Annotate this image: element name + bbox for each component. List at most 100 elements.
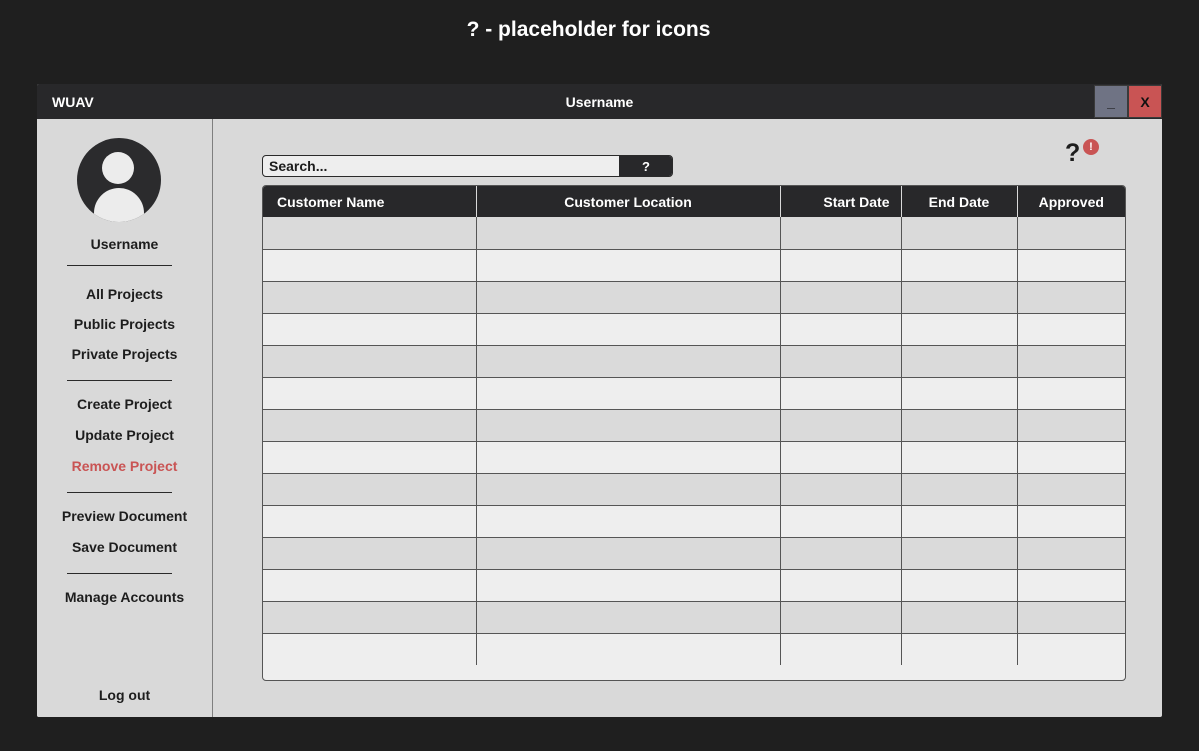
- table-cell[interactable]: [780, 217, 902, 250]
- table-cell[interactable]: [780, 249, 902, 282]
- search-input[interactable]: [263, 156, 619, 176]
- table-cell[interactable]: [263, 313, 477, 346]
- column-header-end-date[interactable]: End Date: [901, 186, 1018, 217]
- table-cell[interactable]: [476, 441, 781, 474]
- table-cell[interactable]: [476, 505, 781, 538]
- table-cell[interactable]: [780, 441, 902, 474]
- table-cell[interactable]: [780, 601, 902, 634]
- table-row[interactable]: [263, 377, 1125, 410]
- table-row[interactable]: [263, 569, 1125, 602]
- nav-save-document[interactable]: Save Document: [37, 539, 212, 555]
- table-cell[interactable]: [780, 505, 902, 538]
- table-row[interactable]: [263, 217, 1125, 250]
- table-cell[interactable]: [263, 249, 477, 282]
- table-cell[interactable]: [901, 345, 1018, 378]
- table-cell[interactable]: [1017, 633, 1125, 665]
- table-cell[interactable]: [1017, 217, 1125, 250]
- table-cell[interactable]: [1017, 601, 1125, 634]
- table-cell[interactable]: [901, 377, 1018, 410]
- table-row[interactable]: [263, 601, 1125, 634]
- nav-create-project[interactable]: Create Project: [37, 396, 212, 412]
- table-cell[interactable]: [476, 569, 781, 602]
- column-header-approved[interactable]: Approved: [1017, 186, 1125, 217]
- minimize-button[interactable]: _: [1094, 85, 1128, 118]
- table-cell[interactable]: [1017, 313, 1125, 346]
- table-cell[interactable]: [476, 249, 781, 282]
- table-cell[interactable]: [780, 537, 902, 570]
- nav-private-projects[interactable]: Private Projects: [37, 346, 212, 362]
- column-header-start-date[interactable]: Start Date: [780, 186, 902, 217]
- table-cell[interactable]: [263, 601, 477, 634]
- table-cell[interactable]: [780, 633, 902, 665]
- table-cell[interactable]: [1017, 281, 1125, 314]
- table-cell[interactable]: [1017, 569, 1125, 602]
- table-row[interactable]: [263, 313, 1125, 346]
- table-cell[interactable]: [263, 377, 477, 410]
- table-cell[interactable]: [263, 505, 477, 538]
- table-cell[interactable]: [476, 537, 781, 570]
- close-button[interactable]: X: [1128, 85, 1162, 118]
- table-cell[interactable]: [263, 345, 477, 378]
- table-row[interactable]: [263, 249, 1125, 282]
- table-cell[interactable]: [780, 313, 902, 346]
- column-header-customer-location[interactable]: Customer Location: [476, 186, 781, 217]
- table-row[interactable]: [263, 473, 1125, 506]
- table-cell[interactable]: [901, 537, 1018, 570]
- table-cell[interactable]: [1017, 377, 1125, 410]
- table-cell[interactable]: [901, 473, 1018, 506]
- table-cell[interactable]: [1017, 537, 1125, 570]
- nav-manage-accounts[interactable]: Manage Accounts: [37, 589, 212, 605]
- table-cell[interactable]: [476, 473, 781, 506]
- table-cell[interactable]: [1017, 505, 1125, 538]
- table-cell[interactable]: [263, 633, 477, 665]
- table-cell[interactable]: [780, 345, 902, 378]
- table-cell[interactable]: [780, 409, 902, 442]
- avatar[interactable]: [77, 138, 161, 222]
- nav-update-project[interactable]: Update Project: [37, 427, 212, 443]
- nav-public-projects[interactable]: Public Projects: [37, 316, 212, 332]
- nav-remove-project[interactable]: Remove Project: [37, 458, 212, 474]
- table-cell[interactable]: [901, 249, 1018, 282]
- table-cell[interactable]: [263, 473, 477, 506]
- table-row[interactable]: [263, 537, 1125, 570]
- table-cell[interactable]: [901, 569, 1018, 602]
- table-cell[interactable]: [901, 633, 1018, 665]
- table-row[interactable]: [263, 409, 1125, 442]
- table-cell[interactable]: [263, 281, 477, 314]
- table-cell[interactable]: [780, 569, 902, 602]
- table-row[interactable]: [263, 281, 1125, 314]
- table-cell[interactable]: [901, 217, 1018, 250]
- table-cell[interactable]: [1017, 441, 1125, 474]
- notification-icon[interactable]: ?: [1065, 139, 1080, 168]
- search-button[interactable]: ?: [619, 156, 672, 176]
- table-cell[interactable]: [263, 409, 477, 442]
- table-cell[interactable]: [476, 633, 781, 665]
- table-cell[interactable]: [780, 473, 902, 506]
- table-row[interactable]: [263, 633, 1125, 665]
- table-cell[interactable]: [476, 601, 781, 634]
- nav-log-out[interactable]: Log out: [37, 687, 212, 703]
- table-cell[interactable]: [476, 281, 781, 314]
- column-header-customer-name[interactable]: Customer Name: [263, 186, 477, 217]
- table-cell[interactable]: [901, 281, 1018, 314]
- table-row[interactable]: [263, 345, 1125, 378]
- table-cell[interactable]: [476, 313, 781, 346]
- table-cell[interactable]: [476, 409, 781, 442]
- table-cell[interactable]: [476, 345, 781, 378]
- table-cell[interactable]: [476, 217, 781, 250]
- table-cell[interactable]: [1017, 249, 1125, 282]
- table-cell[interactable]: [1017, 345, 1125, 378]
- table-cell[interactable]: [476, 377, 781, 410]
- table-cell[interactable]: [263, 537, 477, 570]
- nav-all-projects[interactable]: All Projects: [37, 286, 212, 302]
- table-cell[interactable]: [263, 569, 477, 602]
- table-cell[interactable]: [901, 441, 1018, 474]
- table-row[interactable]: [263, 505, 1125, 538]
- table-cell[interactable]: [780, 281, 902, 314]
- table-cell[interactable]: [263, 217, 477, 250]
- table-cell[interactable]: [780, 377, 902, 410]
- nav-preview-document[interactable]: Preview Document: [37, 508, 212, 524]
- table-cell[interactable]: [901, 313, 1018, 346]
- table-row[interactable]: [263, 441, 1125, 474]
- table-cell[interactable]: [901, 409, 1018, 442]
